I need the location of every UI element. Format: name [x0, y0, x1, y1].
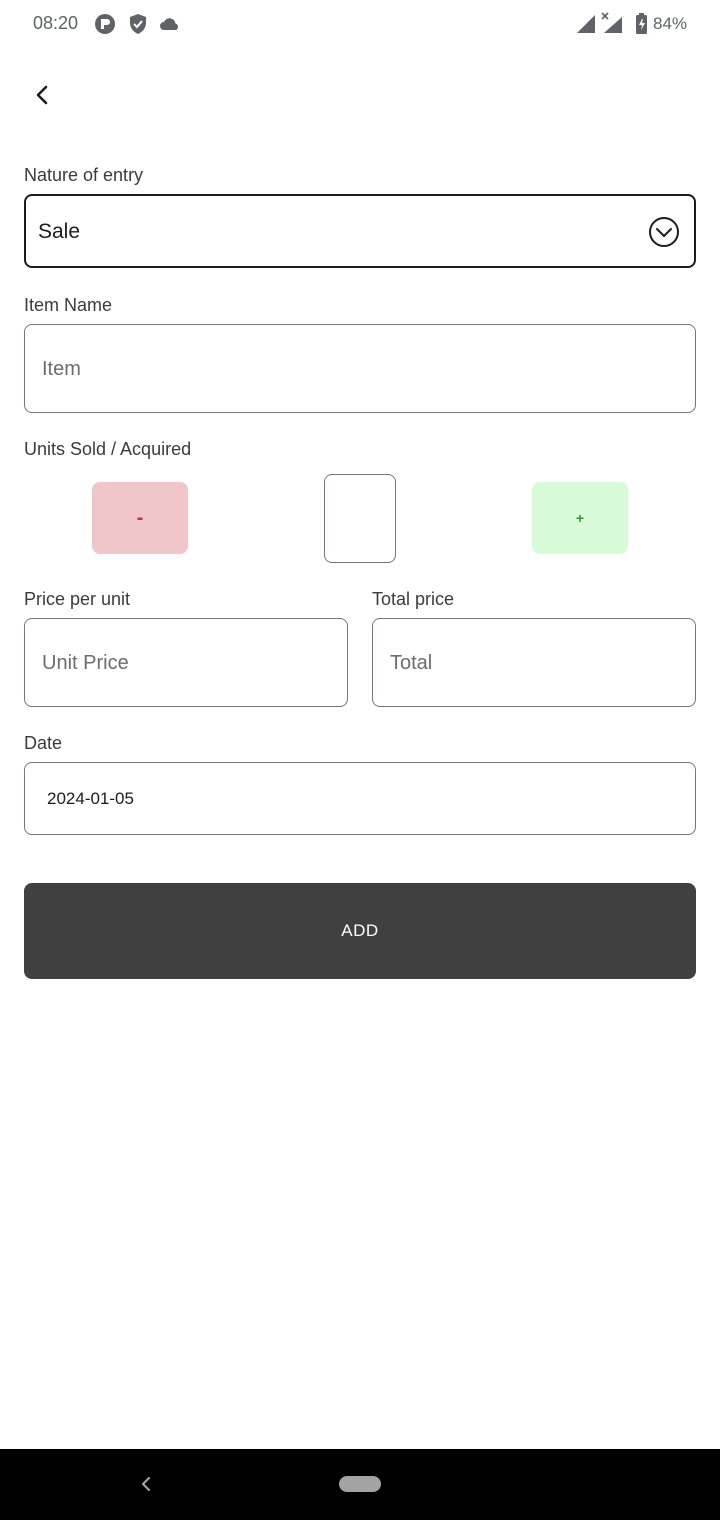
nature-of-entry-label: Nature of entry — [24, 165, 144, 185]
increment-button[interactable]: + — [532, 482, 628, 554]
add-button[interactable]: ADD — [24, 883, 696, 979]
date-label: Date — [24, 733, 63, 753]
units-label: Units Sold / Acquired — [24, 439, 192, 459]
signal-x-icon — [601, 12, 625, 36]
total-price-input[interactable]: Total — [372, 618, 696, 707]
signal-icon — [574, 12, 598, 36]
total-price-placeholder: Total — [390, 652, 433, 674]
status-time: 08:20 — [33, 13, 79, 33]
add-entry-screen: 08:20 84% Nature of entry Sale Item Name… — [0, 0, 720, 1520]
minus-label: - — [136, 507, 144, 529]
app-circle-icon — [93, 12, 117, 36]
battery-charging-icon — [630, 12, 654, 36]
add-button-label: ADD — [341, 921, 379, 940]
status-bar: 08:20 84% — [0, 0, 720, 48]
price-per-unit-label: Price per unit — [24, 589, 131, 609]
total-price-label: Total price — [372, 589, 455, 609]
nav-back-icon[interactable] — [133, 1471, 159, 1497]
navigation-bar — [0, 1449, 720, 1520]
decrement-button[interactable]: - — [92, 482, 188, 554]
unit-price-placeholder: Unit Price — [42, 652, 129, 674]
item-name-label: Item Name — [24, 295, 113, 315]
plus-label: + — [575, 510, 585, 526]
shield-icon — [126, 12, 150, 36]
item-name-input[interactable]: Item — [24, 324, 696, 413]
back-button[interactable] — [22, 76, 64, 118]
cloud-icon — [158, 12, 182, 36]
quantity-input[interactable] — [324, 474, 396, 563]
nature-of-entry-value: Sale — [38, 220, 81, 243]
chevron-down-circle-icon — [648, 216, 680, 248]
battery-percent: 84% — [653, 14, 688, 33]
chevron-left-icon — [31, 83, 55, 112]
nature-of-entry-dropdown[interactable]: Sale — [24, 194, 696, 268]
date-value: 2024-01-05 — [47, 789, 134, 808]
date-input[interactable]: 2024-01-05 — [24, 762, 696, 835]
nav-home-pill[interactable] — [339, 1476, 381, 1492]
unit-price-input[interactable]: Unit Price — [24, 618, 348, 707]
item-name-placeholder: Item — [42, 358, 81, 380]
